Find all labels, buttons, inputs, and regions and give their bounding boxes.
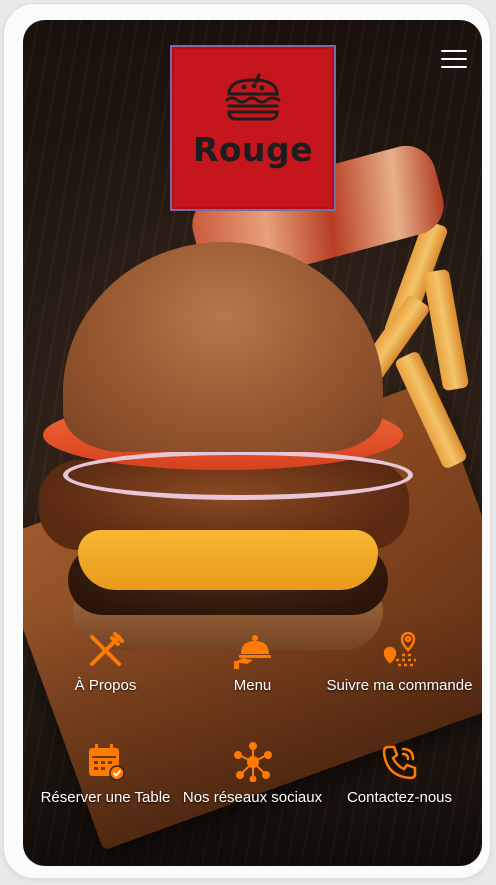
nav-item-a-propos[interactable]: À Propos — [29, 630, 182, 695]
nav-label: Suivre ma commande — [326, 677, 473, 694]
hamburger-menu-icon[interactable] — [441, 50, 467, 70]
nav-label: Réserver une Table — [40, 789, 171, 806]
cloche-icon — [176, 630, 329, 670]
brand-logo[interactable]: Rouge — [170, 45, 336, 211]
network-icon — [176, 742, 329, 783]
nav-item-menu[interactable]: Menu — [176, 630, 329, 695]
delivery-route-icon — [323, 630, 476, 670]
nav-item-suivre-commande[interactable]: Suivre ma commande — [323, 630, 476, 695]
nav-label: Nos réseaux sociaux — [182, 789, 323, 806]
burger-icon — [225, 73, 281, 121]
phone-icon — [323, 742, 476, 782]
nav-label: Menu — [233, 677, 272, 694]
app-screen: Rouge À Propos Menu Suivre ma commande R… — [23, 20, 482, 866]
nav-label: À Propos — [74, 677, 137, 694]
brand-name: Rouge — [192, 130, 314, 169]
nav-item-contact[interactable]: Contactez-nous — [323, 742, 476, 807]
fork-knife-icon — [29, 630, 182, 670]
nav-item-reserver-table[interactable]: Réserver une Table — [29, 742, 182, 807]
nav-label: Contactez-nous — [346, 789, 453, 806]
nav-item-reseaux-sociaux[interactable]: Nos réseaux sociaux — [176, 742, 329, 807]
phone-frame: Rouge À Propos Menu Suivre ma commande R… — [4, 4, 490, 878]
calendar-check-icon — [29, 742, 182, 782]
